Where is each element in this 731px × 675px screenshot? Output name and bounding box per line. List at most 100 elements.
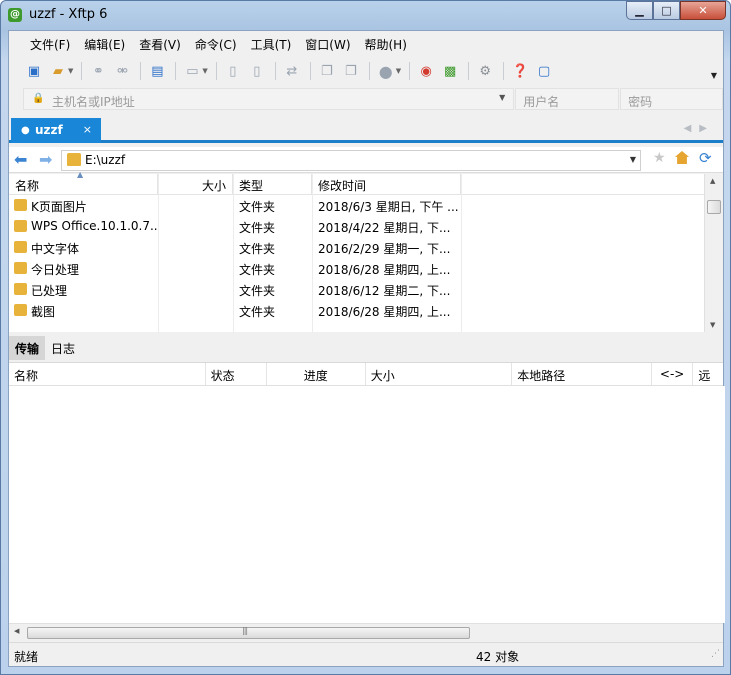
host-input[interactable]: 🔒 主机名或IP地址 ▼ [23, 88, 515, 110]
username-input[interactable]: 用户名 [515, 88, 620, 110]
menu-tools[interactable]: 工具(T) [244, 34, 299, 54]
table-row[interactable]: K页面图片 文件夹 2018/6/3 星期日, 下午 ... [9, 195, 704, 216]
chevron-down-icon[interactable]: ▼ [396, 67, 401, 75]
home-icon[interactable] [675, 151, 689, 164]
xshell-icon[interactable]: ◉ [415, 60, 437, 82]
toolbar-divider [274, 62, 276, 80]
file-size [158, 300, 233, 321]
close-button[interactable]: ✕ [680, 1, 726, 20]
star-icon[interactable]: ★ [653, 150, 666, 166]
transfer-column-size[interactable]: 大小 [366, 363, 513, 385]
xftp-icon[interactable]: ▩ [439, 60, 461, 82]
refresh-icon[interactable]: ⟳ [699, 149, 712, 167]
window-title: uzzf - Xftp 6 [29, 7, 108, 22]
table-row[interactable]: 中文字体 文件夹 2016/2/29 星期一, 下... [9, 237, 704, 258]
session-settings-icon[interactable]: ▤ [146, 60, 168, 82]
tab-log[interactable]: 日志 [45, 336, 81, 360]
resize-grip-icon[interactable]: ⋰ [711, 649, 720, 659]
file-size [158, 279, 233, 300]
transfer-horizontal-scrollbar[interactable]: ◀ ||| [9, 623, 723, 642]
menu-edit[interactable]: 编辑(E) [77, 34, 132, 54]
toolbar-divider [175, 62, 177, 80]
file-name: K页面图片 [31, 200, 87, 214]
transfer-column-status[interactable]: 状态 [206, 363, 267, 385]
password-input[interactable]: 密码 [620, 88, 724, 110]
file-name: 今日处理 [31, 263, 80, 277]
open-folder-icon[interactable]: ▰ [47, 60, 69, 82]
column-header-size[interactable]: 大小 [158, 174, 233, 195]
file-name: 截图 [31, 305, 56, 319]
minimize-button[interactable]: ▁ [626, 1, 653, 20]
file-type: 文件夹 [239, 200, 276, 214]
xftp-icon[interactable]: @ [8, 8, 22, 22]
connect-icon[interactable]: ⚭ [87, 60, 109, 82]
close-tab-icon[interactable]: × [83, 123, 92, 136]
table-row[interactable]: 截图 文件夹 2018/6/28 星期四, 上... [9, 300, 704, 321]
chevron-down-icon[interactable]: ▼ [499, 93, 505, 102]
new-file-icon[interactable]: ▯ [222, 60, 244, 82]
file-type: 文件夹 [239, 221, 276, 235]
transfer-column-progress[interactable]: 进度 [267, 363, 366, 385]
transfer-list-header: 名称 状态 进度 大小 本地路径 <-> 远 [9, 362, 723, 386]
session-tab-uzzf[interactable]: ● uzzf × [11, 118, 101, 143]
toolbar-divider [368, 62, 370, 80]
column-header-name[interactable]: 名称 ▲ [9, 170, 158, 195]
path-value: E:\uzzf [85, 153, 126, 167]
scroll-down-icon[interactable]: ▼ [710, 321, 715, 329]
chevron-down-icon[interactable]: ▼ [630, 155, 636, 164]
file-size [158, 237, 233, 258]
back-arrow-icon[interactable]: ⬅ [14, 150, 27, 169]
chat-icon[interactable]: ▢ [533, 60, 555, 82]
new-session-icon[interactable]: ▣ [23, 60, 45, 82]
file-type: 文件夹 [239, 305, 276, 319]
encoding-icon[interactable]: ● [375, 60, 397, 82]
title-bar[interactable]: @ uzzf - Xftp 6 ▁ □ ✕ [1, 1, 730, 29]
chevron-left-icon[interactable]: ◀ [684, 123, 700, 134]
chevron-down-icon[interactable]: ▼ [202, 67, 207, 75]
folder-icon [14, 304, 27, 316]
table-row[interactable]: 今日处理 文件夹 2018/6/28 星期四, 上... [9, 258, 704, 279]
menu-help[interactable]: 帮助(H) [358, 34, 414, 54]
transfer-column-name[interactable]: 名称 [9, 363, 206, 385]
transfer-column-remote[interactable]: 远 [693, 363, 723, 385]
menu-command[interactable]: 命令(C) [188, 34, 244, 54]
file-mtime: 2018/6/12 星期二, 下... [318, 284, 451, 298]
menu-file[interactable]: 文件(F) [23, 34, 77, 54]
transfer-column-direction[interactable]: <-> [652, 363, 694, 385]
file-list-vertical-scrollbar[interactable]: ▲ ▼ [704, 174, 723, 332]
table-row[interactable]: WPS Office.10.1.0.7... 文件夹 2018/4/22 星期日… [9, 216, 704, 237]
copy-icon[interactable]: ❐ [316, 60, 338, 82]
disconnect-icon[interactable]: ⚮ [111, 60, 133, 82]
file-mtime: 2018/6/28 星期四, 上... [318, 263, 451, 277]
folder-icon [14, 199, 27, 211]
chevron-down-icon[interactable]: ▼ [68, 67, 73, 75]
tab-nav-arrows[interactable]: ◀▶ [684, 123, 715, 134]
help-icon[interactable]: ❓ [509, 60, 531, 82]
table-row[interactable]: 已处理 文件夹 2018/6/12 星期二, 下... [9, 279, 704, 300]
path-input[interactable]: E:\uzzf ▼ [61, 150, 641, 171]
scroll-left-icon[interactable]: ◀ [14, 627, 19, 635]
maximize-button[interactable]: □ [653, 1, 680, 20]
scroll-up-icon[interactable]: ▲ [710, 177, 715, 185]
gear-icon[interactable]: ⚙ [474, 60, 496, 82]
file-name: 已处理 [31, 284, 68, 298]
scrollbar-thumb[interactable]: ||| [27, 626, 470, 639]
column-header-type[interactable]: 类型 [233, 174, 312, 195]
column-header-modified[interactable]: 修改时间 [312, 174, 461, 195]
paste-icon[interactable]: ❐ [340, 60, 362, 82]
transfer-icon[interactable]: ⇄ [281, 60, 303, 82]
chevron-right-icon[interactable]: ▶ [699, 123, 715, 134]
menu-view[interactable]: 查看(V) [132, 34, 188, 54]
menu-window[interactable]: 窗口(W) [298, 34, 357, 54]
scrollbar-thumb[interactable] [707, 200, 721, 214]
tab-transfer[interactable]: 传输 [9, 336, 46, 360]
properties-icon[interactable]: ▯ [246, 60, 268, 82]
toolbar-overflow-icon[interactable]: ▼ [711, 71, 717, 80]
view-mode-icon[interactable]: ▭ [181, 60, 203, 82]
transfer-column-local-path[interactable]: 本地路径 [512, 363, 652, 385]
session-tab-label: uzzf [35, 123, 63, 137]
toolbar-divider [309, 62, 311, 80]
transfer-list [9, 386, 725, 623]
lock-icon: 🔒 [32, 93, 45, 104]
forward-arrow-icon[interactable]: ➡ [39, 150, 52, 169]
